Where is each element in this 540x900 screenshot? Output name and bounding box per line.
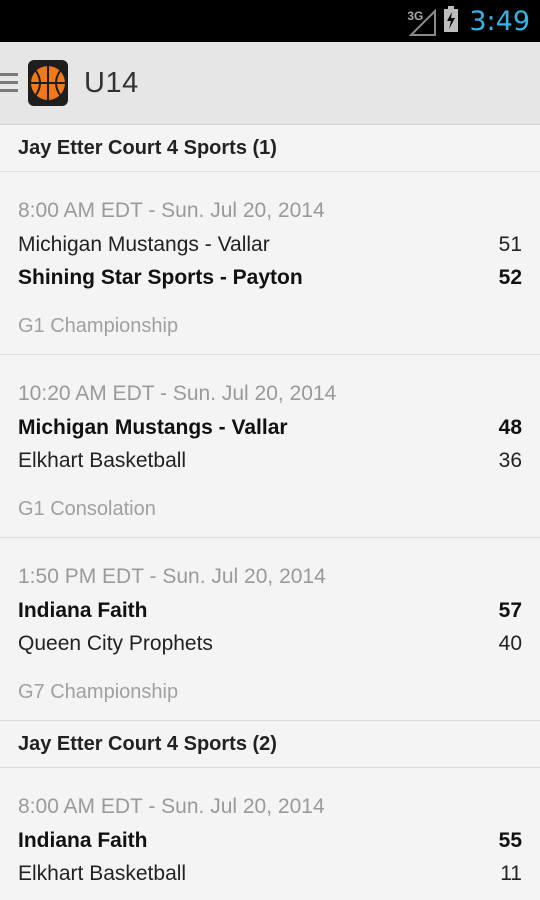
page-title: U14 <box>84 66 139 99</box>
team-name: Indiana Faith <box>18 599 148 622</box>
schedule-list: Jay Etter Court 4 Sports (1) 8:00 AM EDT… <box>0 125 540 890</box>
team-row: Michigan Mustangs - Vallar 51 <box>18 228 522 261</box>
team-row: Queen City Prophets 40 <box>18 627 522 660</box>
status-icons: 3G 3:49 <box>405 0 530 42</box>
team-row: Indiana Faith 57 <box>18 594 522 627</box>
team-score: 11 <box>500 862 522 885</box>
game-time: 1:50 PM EDT - Sun. Jul 20, 2014 <box>18 565 326 588</box>
team-score: 51 <box>498 233 522 256</box>
team-score: 57 <box>498 599 522 622</box>
section-header: Jay Etter Court 4 Sports (2) <box>0 721 540 768</box>
team-name: Michigan Mustangs - Vallar <box>18 233 270 256</box>
game-item[interactable]: 1:50 PM EDT - Sun. Jul 20, 2014 Indiana … <box>0 538 540 721</box>
game-item[interactable]: 8:00 AM EDT - Sun. Jul 20, 2014 Michigan… <box>0 172 540 355</box>
team-row: Indiana Faith 55 <box>18 824 522 857</box>
team-score: 40 <box>498 632 522 655</box>
team-name: Michigan Mustangs - Vallar <box>18 416 288 439</box>
game-label: G1 Championship <box>18 315 179 337</box>
team-score: 48 <box>498 416 522 439</box>
menu-icon[interactable] <box>0 70 18 96</box>
team-row: Elkhart Basketball 36 <box>18 444 522 477</box>
game-item[interactable]: 8:00 AM EDT - Sun. Jul 20, 2014 Indiana … <box>0 768 540 890</box>
game-label: G7 Championship <box>18 681 179 703</box>
team-score: 55 <box>498 829 522 852</box>
team-name: Elkhart Basketball <box>18 449 187 472</box>
battery-charging-icon <box>443 5 459 37</box>
network-signal-icon: 3G <box>405 5 437 37</box>
team-row: Elkhart Basketball 11 <box>18 857 522 890</box>
team-name: Elkhart Basketball <box>18 862 187 885</box>
game-time: 8:00 AM EDT - Sun. Jul 20, 2014 <box>18 199 325 222</box>
clock: 3:49 <box>469 5 530 37</box>
section-header: Jay Etter Court 4 Sports (1) <box>0 125 540 172</box>
action-bar: U14 <box>0 42 540 125</box>
status-bar: 3G 3:49 <box>0 0 540 42</box>
team-name: Indiana Faith <box>18 829 148 852</box>
game-item[interactable]: 10:20 AM EDT - Sun. Jul 20, 2014 Michiga… <box>0 355 540 538</box>
game-time: 8:00 AM EDT - Sun. Jul 20, 2014 <box>18 795 325 818</box>
basketball-logo-icon[interactable] <box>28 60 68 106</box>
game-label: G1 Consolation <box>18 498 156 520</box>
team-name: Queen City Prophets <box>18 632 213 655</box>
team-row: Michigan Mustangs - Vallar 48 <box>18 411 522 444</box>
team-row: Shining Star Sports - Payton 52 <box>18 261 522 294</box>
game-time: 10:20 AM EDT - Sun. Jul 20, 2014 <box>18 382 337 405</box>
team-name: Shining Star Sports - Payton <box>18 266 303 289</box>
team-score: 52 <box>498 266 522 289</box>
team-score: 36 <box>498 449 522 472</box>
